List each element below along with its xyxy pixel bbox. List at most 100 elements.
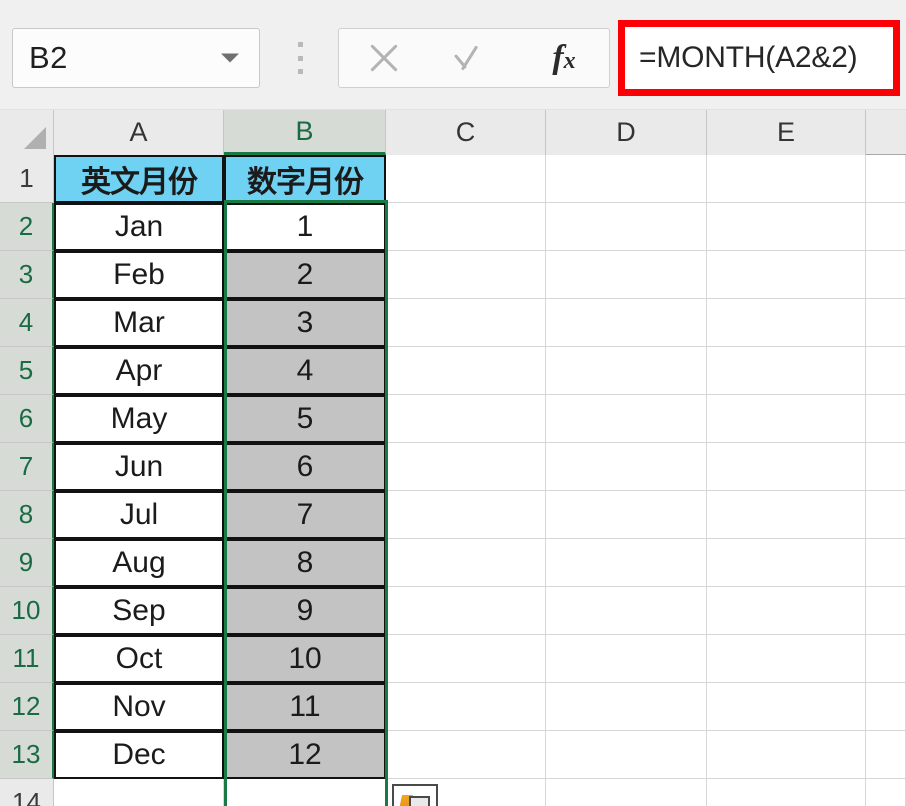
row-header-6[interactable]: 6 [0,395,54,443]
grid-cell[interactable] [707,251,866,299]
cell-a8[interactable]: Jul [54,491,224,539]
grid-cell[interactable] [546,731,707,779]
grid-cell[interactable] [707,347,866,395]
column-header-d[interactable]: D [546,110,707,155]
grid-cell[interactable] [707,731,866,779]
grid-cell[interactable] [386,443,546,491]
column-header-b[interactable]: B [224,110,386,155]
cell-b11[interactable]: 10 [224,635,386,683]
insert-function-button[interactable]: fx [536,34,592,82]
cell-b8[interactable]: 7 [224,491,386,539]
cell-b4[interactable]: 3 [224,299,386,347]
cell-a4[interactable]: Mar [54,299,224,347]
cell-a5[interactable]: Apr [54,347,224,395]
select-all-corner-icon[interactable] [0,110,54,155]
grid-cell[interactable] [866,491,906,539]
grid-cell[interactable] [866,683,906,731]
grid-cell[interactable] [386,731,546,779]
grid-cell[interactable] [707,587,866,635]
grid-cell[interactable] [386,251,546,299]
name-box[interactable]: B2 [12,28,260,88]
grid-cell[interactable] [707,443,866,491]
grid-cell[interactable] [707,539,866,587]
column-header-e[interactable]: E [707,110,866,155]
cell-b10[interactable]: 9 [224,587,386,635]
grid-cell[interactable] [707,779,866,806]
grid-cell[interactable] [866,395,906,443]
confirm-button[interactable] [446,34,502,82]
cell-a10[interactable]: Sep [54,587,224,635]
cell-b7[interactable]: 6 [224,443,386,491]
formula-input[interactable]: =MONTH(A2&2) [639,41,858,75]
grid-cell[interactable] [546,539,707,587]
grid-cell[interactable] [546,395,707,443]
grid-cell[interactable] [866,443,906,491]
row-header-11[interactable]: 11 [0,635,54,683]
grid-cell[interactable] [386,203,546,251]
cell-b6[interactable]: 5 [224,395,386,443]
grid-cell[interactable] [866,779,906,806]
cell-a6[interactable]: May [54,395,224,443]
cell-a12[interactable]: Nov [54,683,224,731]
row-header-3[interactable]: 3 [0,251,54,299]
grid-cell[interactable] [866,203,906,251]
row-header-1[interactable]: 1 [0,155,54,203]
cell-a2[interactable]: Jan [54,203,224,251]
cell-a13[interactable]: Dec [54,731,224,779]
cell-b5[interactable]: 4 [224,347,386,395]
cell-b9[interactable]: 8 [224,539,386,587]
grid-cell[interactable] [386,395,546,443]
grid-cell[interactable] [386,347,546,395]
drag-grip-icon[interactable] [296,42,304,74]
grid-cell[interactable] [386,587,546,635]
grid-cell[interactable] [866,587,906,635]
cell-b12[interactable]: 11 [224,683,386,731]
cell-b2[interactable]: 1 [224,203,386,251]
grid-cell[interactable] [707,203,866,251]
grid-cell[interactable] [546,155,707,203]
grid-cell[interactable] [224,779,386,806]
chevron-down-icon[interactable] [221,53,239,63]
row-header-8[interactable]: 8 [0,491,54,539]
autofill-options-button[interactable] [392,784,438,806]
row-header-7[interactable]: 7 [0,443,54,491]
grid-cell[interactable] [866,251,906,299]
cell-a3[interactable]: Feb [54,251,224,299]
grid-cell[interactable] [707,395,866,443]
grid-cell[interactable] [546,443,707,491]
column-header-a[interactable]: A [54,110,224,155]
grid-cell[interactable] [546,203,707,251]
grid-cell[interactable] [707,635,866,683]
grid-cell[interactable] [866,635,906,683]
grid-cell[interactable] [386,155,546,203]
grid-cell[interactable] [386,299,546,347]
cell-a9[interactable]: Aug [54,539,224,587]
grid-cell[interactable] [707,299,866,347]
grid-cell[interactable] [546,491,707,539]
grid-cell[interactable] [866,155,906,203]
cancel-button[interactable] [356,34,412,82]
grid-cell[interactable] [54,779,224,806]
row-header-5[interactable]: 5 [0,347,54,395]
row-header-14[interactable]: 14 [0,779,54,806]
grid-cell[interactable] [707,683,866,731]
cell-b3[interactable]: 2 [224,251,386,299]
cell-a1-header[interactable]: 英文月份 [54,155,224,203]
row-header-2[interactable]: 2 [0,203,54,251]
grid-cell[interactable] [546,683,707,731]
grid-cell[interactable] [546,251,707,299]
grid-cell[interactable] [546,779,707,806]
cell-b1-header[interactable]: 数字月份 [224,155,386,203]
grid-cell[interactable] [546,587,707,635]
grid-cell[interactable] [866,347,906,395]
row-header-4[interactable]: 4 [0,299,54,347]
grid-cell[interactable] [707,491,866,539]
grid-cell[interactable] [386,683,546,731]
row-header-13[interactable]: 13 [0,731,54,779]
cell-a11[interactable]: Oct [54,635,224,683]
grid-cell[interactable] [866,539,906,587]
grid-cell[interactable] [546,299,707,347]
cell-a7[interactable]: Jun [54,443,224,491]
grid-cell[interactable] [546,347,707,395]
row-header-9[interactable]: 9 [0,539,54,587]
